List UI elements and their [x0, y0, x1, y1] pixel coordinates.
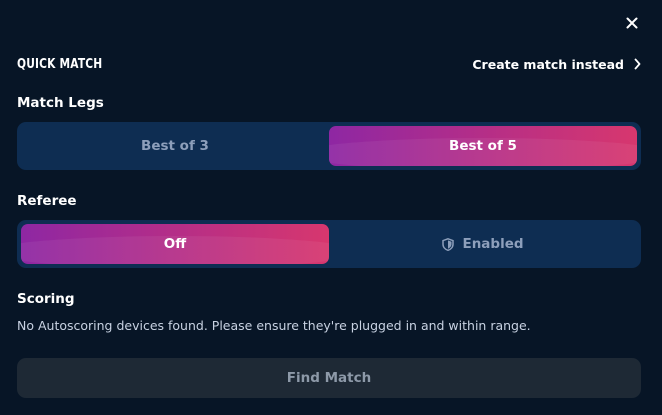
find-match-button[interactable]: Find Match [17, 358, 641, 398]
close-button[interactable] [621, 12, 643, 34]
referee-off-label: Off [163, 236, 187, 252]
create-match-label: Create match instead [472, 56, 624, 72]
match-legs-toggle: Best of 3 Best of 5 [17, 122, 641, 170]
quick-match-panel: QUICK MATCH Create match instead Match L… [0, 0, 662, 415]
match-legs-label: Match Legs [17, 95, 104, 111]
scoring-label: Scoring [17, 291, 75, 307]
scoring-message: No Autoscoring devices found. Please ens… [17, 318, 531, 333]
referee-off-option[interactable]: Off [21, 224, 329, 264]
referee-enabled-option[interactable]: Enabled [329, 224, 637, 264]
page-title: QUICK MATCH [17, 56, 103, 72]
referee-label: Referee [17, 193, 77, 209]
referee-enabled-label: Enabled [462, 236, 524, 252]
best-of-5-label: Best of 5 [449, 138, 517, 154]
best-of-3-option[interactable]: Best of 3 [21, 126, 329, 166]
close-icon [626, 17, 638, 29]
create-match-link[interactable]: Create match instead [472, 57, 641, 72]
shield-icon [442, 237, 455, 251]
referee-toggle: Off Enabled [17, 220, 641, 268]
chevron-right-icon [634, 58, 641, 70]
best-of-3-label: Best of 3 [141, 138, 209, 154]
best-of-5-option[interactable]: Best of 5 [329, 126, 637, 166]
header: QUICK MATCH Create match instead [17, 52, 641, 76]
